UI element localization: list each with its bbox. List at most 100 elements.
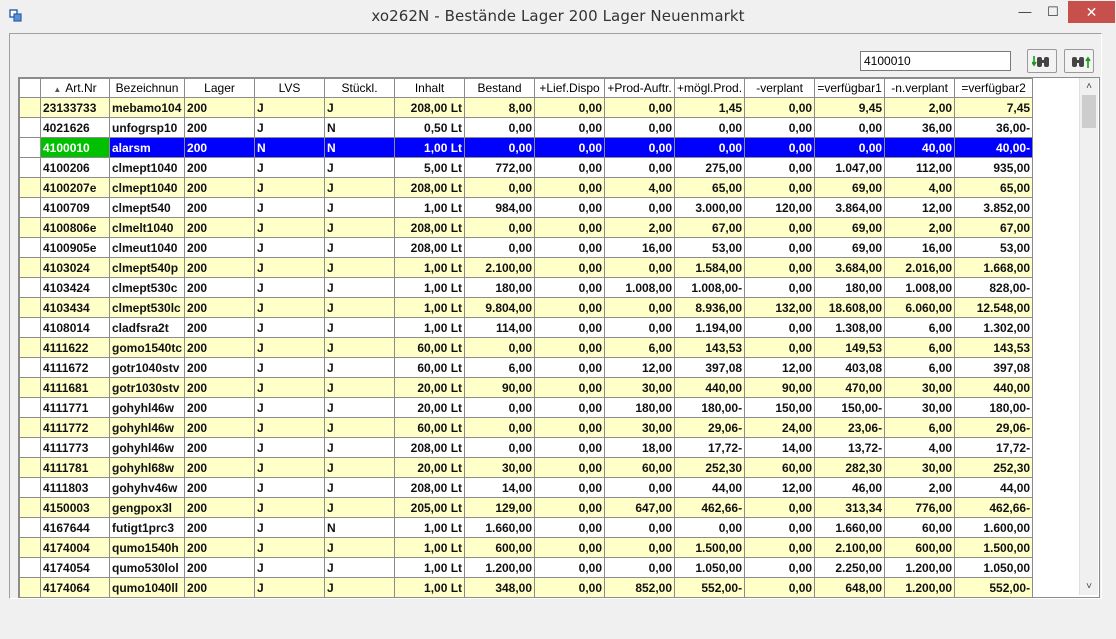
table-cell[interactable]: 0,00 bbox=[534, 277, 606, 298]
table-cell[interactable]: N bbox=[324, 517, 396, 538]
table-cell[interactable]: 132,00 bbox=[744, 297, 816, 318]
table-cell[interactable]: 65,00 bbox=[674, 177, 746, 198]
table-cell[interactable]: 0,00 bbox=[744, 317, 816, 338]
table-cell[interactable]: 1.500,00 bbox=[674, 537, 746, 558]
table-cell[interactable]: 200 bbox=[184, 337, 256, 358]
table-cell[interactable]: qumo1540h bbox=[108, 537, 186, 558]
table-cell[interactable]: 5,00 Lt bbox=[394, 157, 466, 178]
cell-artnr[interactable]: 4103024 bbox=[40, 257, 110, 278]
cell-artnr[interactable]: 4174054 bbox=[40, 557, 110, 578]
table-cell[interactable]: 17,72- bbox=[674, 437, 746, 458]
table-cell[interactable]: 200 bbox=[184, 197, 256, 218]
table-cell[interactable]: gohyhl46w bbox=[108, 397, 186, 418]
table-cell[interactable]: J bbox=[254, 577, 326, 597]
table-cell[interactable]: 0,00 bbox=[744, 177, 816, 198]
table-cell[interactable]: 12.548,00 bbox=[954, 297, 1034, 318]
table-cell[interactable]: 180,00 bbox=[464, 277, 536, 298]
table-cell[interactable]: 0,00 bbox=[534, 577, 606, 597]
table-cell[interactable]: 67,00 bbox=[954, 217, 1034, 238]
row-selector[interactable] bbox=[19, 377, 41, 398]
table-cell[interactable]: clmept1040 bbox=[108, 177, 186, 198]
table-cell[interactable]: 200 bbox=[184, 297, 256, 318]
table-cell[interactable]: 18.608,00 bbox=[814, 297, 886, 318]
table-cell[interactable]: 143,53 bbox=[954, 337, 1034, 358]
table-cell[interactable]: 69,00 bbox=[814, 217, 886, 238]
table-cell[interactable]: 14,00 bbox=[464, 477, 536, 498]
search-down-button[interactable] bbox=[1027, 49, 1057, 73]
table-cell[interactable]: 13,72- bbox=[814, 437, 886, 458]
table-cell[interactable]: 1.008,00- bbox=[674, 277, 746, 298]
close-button[interactable]: ✕ bbox=[1068, 1, 1115, 23]
table-cell[interactable]: 0,00 bbox=[604, 117, 676, 138]
table-row[interactable]: 4100709 clmept540 200 J J 1,00 Lt 984,00 0,00 0,… bbox=[19, 197, 1034, 218]
table-cell[interactable]: J bbox=[324, 157, 396, 178]
cell-artnr[interactable]: 4111771 bbox=[40, 397, 110, 418]
table-cell[interactable]: gomo1540tc bbox=[108, 337, 186, 358]
table-cell[interactable]: 0,00 bbox=[744, 577, 816, 597]
table-cell[interactable]: 200 bbox=[184, 277, 256, 298]
table-cell[interactable]: 120,00 bbox=[744, 197, 816, 218]
table-cell[interactable]: J bbox=[324, 537, 396, 558]
table-cell[interactable]: 208,00 Lt bbox=[394, 477, 466, 498]
table-cell[interactable]: J bbox=[254, 437, 326, 458]
table-row[interactable]: 4111773 gohyhl46w 200 J J 208,00 Lt 0,00 0,00 18… bbox=[19, 437, 1034, 458]
table-cell[interactable]: 3.684,00 bbox=[814, 257, 886, 278]
table-cell[interactable]: 40,00- bbox=[954, 137, 1034, 158]
table-cell[interactable]: J bbox=[324, 257, 396, 278]
row-selector[interactable] bbox=[19, 217, 41, 238]
table-cell[interactable]: futigt1prc3 bbox=[108, 517, 186, 538]
table-cell[interactable]: N bbox=[254, 137, 326, 158]
table-cell[interactable]: 2.100,00 bbox=[464, 257, 536, 278]
row-selector[interactable] bbox=[19, 457, 41, 478]
table-cell[interactable]: 149,53 bbox=[814, 337, 886, 358]
table-cell[interactable]: 462,66- bbox=[674, 497, 746, 518]
table-cell[interactable]: alarsm bbox=[108, 137, 186, 158]
table-cell[interactable]: 0,00 bbox=[534, 237, 606, 258]
table-cell[interactable]: 143,53 bbox=[674, 337, 746, 358]
table-cell[interactable]: 647,00 bbox=[604, 497, 676, 518]
table-cell[interactable]: J bbox=[324, 577, 396, 597]
table-cell[interactable]: 129,00 bbox=[464, 497, 536, 518]
table-cell[interactable]: 0,00 bbox=[534, 397, 606, 418]
table-row[interactable]: 4111771 gohyhl46w 200 J J 20,00 Lt 0,00 0,00 180… bbox=[19, 397, 1034, 418]
table-cell[interactable]: 200 bbox=[184, 317, 256, 338]
table-cell[interactable]: 0,00 bbox=[604, 477, 676, 498]
table-cell[interactable]: qumo1040ll bbox=[108, 577, 186, 597]
table-row[interactable]: 4108014 cladfsra2t 200 J J 1,00 Lt 114,00 0,00 0… bbox=[19, 317, 1034, 338]
title-bar[interactable]: xo262N - Bestände Lager 200 Lager Neuenm… bbox=[0, 0, 1116, 32]
table-cell[interactable]: 208,00 Lt bbox=[394, 217, 466, 238]
table-cell[interactable]: 200 bbox=[184, 537, 256, 558]
table-cell[interactable]: 18,00 bbox=[604, 437, 676, 458]
table-cell[interactable]: 0,00 bbox=[464, 217, 536, 238]
table-cell[interactable]: 275,00 bbox=[674, 157, 746, 178]
table-cell[interactable]: 0,00 bbox=[814, 117, 886, 138]
table-cell[interactable]: 0,00 bbox=[674, 137, 746, 158]
table-cell[interactable]: 3.000,00 bbox=[674, 197, 746, 218]
table-cell[interactable]: 0,00 bbox=[534, 297, 606, 318]
table-cell[interactable]: gohyhv46w bbox=[108, 477, 186, 498]
row-selector[interactable] bbox=[19, 237, 41, 258]
table-cell[interactable]: qumo530lol bbox=[108, 557, 186, 578]
row-selector[interactable] bbox=[19, 117, 41, 138]
column-header[interactable]: Bezeichnun bbox=[108, 78, 186, 98]
cell-artnr[interactable]: 4150003 bbox=[40, 497, 110, 518]
table-cell[interactable]: 8,00 bbox=[464, 97, 536, 118]
table-cell[interactable]: 2.250,00 bbox=[814, 557, 886, 578]
cell-artnr[interactable]: 4103424 bbox=[40, 277, 110, 298]
table-cell[interactable]: 60,00 Lt bbox=[394, 417, 466, 438]
table-cell[interactable]: 0,00 bbox=[674, 517, 746, 538]
table-cell[interactable]: clmept530lc bbox=[108, 297, 186, 318]
row-selector[interactable] bbox=[19, 317, 41, 338]
table-cell[interactable]: 30,00 bbox=[604, 377, 676, 398]
table-cell[interactable]: 200 bbox=[184, 377, 256, 398]
column-header[interactable]: -verplant bbox=[744, 78, 816, 98]
row-selector[interactable] bbox=[19, 157, 41, 178]
table-row[interactable]: 4111803 gohyhv46w 200 J J 208,00 Lt 14,00 0,00 0… bbox=[19, 477, 1034, 498]
table-cell[interactable]: unfogrsp10 bbox=[108, 117, 186, 138]
table-cell[interactable]: 6,00 bbox=[884, 357, 956, 378]
table-cell[interactable]: 200 bbox=[184, 357, 256, 378]
row-selector[interactable] bbox=[19, 417, 41, 438]
table-cell[interactable]: 0,00 bbox=[464, 137, 536, 158]
table-cell[interactable]: 53,00 bbox=[674, 237, 746, 258]
cell-artnr[interactable]: 4111681 bbox=[40, 377, 110, 398]
